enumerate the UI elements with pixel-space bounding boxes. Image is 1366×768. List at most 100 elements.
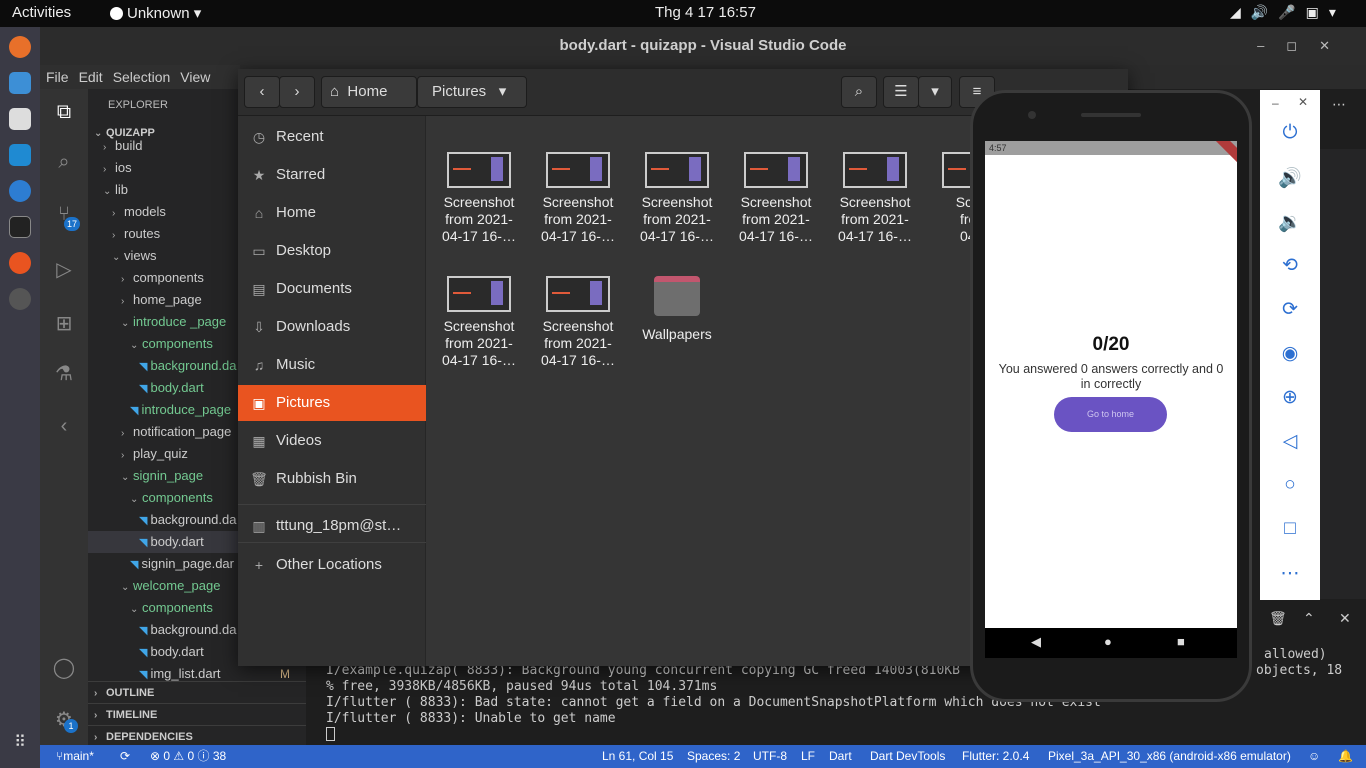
clock-icon: ◷ [252,129,266,145]
place-downloads[interactable]: ⇩ Downloads [238,309,426,345]
cursor-position[interactable]: Ln 61, Col 15 [602,745,673,768]
place-rubbish-bin[interactable]: 🗑 Rubbish Bin [238,461,426,497]
place-other-locations[interactable]: + Other Locations [238,547,426,583]
menu-selection[interactable]: Selection [113,69,171,85]
eol-status[interactable]: LF [801,745,815,768]
image-file-item[interactable]: Screenshot from 2021- 04-17 16-… [728,152,824,245]
place-videos[interactable]: ▦ Videos [238,423,426,459]
language-status[interactable]: Dart [829,745,852,768]
run-debug-icon[interactable]: ▷ [52,257,76,281]
forward-button[interactable]: › [279,76,315,108]
more-options-icon[interactable]: ⋯ [1260,562,1320,585]
window-controls[interactable]: –◻✕ [1257,27,1352,65]
dart-file-icon: ◥ [139,647,148,659]
place-pictures[interactable]: ▣ Pictures [238,385,426,421]
activities-button[interactable]: Activities [12,4,71,21]
nav-recents-icon[interactable]: ■ [1177,634,1185,649]
close-panel-icon[interactable]: ✕ [1339,610,1351,627]
close-emulator-icon[interactable]: ✕ [1298,95,1308,109]
view-options-button[interactable]: ▾ [918,76,952,108]
files-icon[interactable] [9,108,31,130]
place-documents[interactable]: ▤ Documents [238,271,426,307]
overview-icon[interactable]: □ [1260,518,1320,540]
firefox-icon[interactable] [9,36,31,58]
vscode-icon[interactable] [9,144,31,166]
maximize-panel-icon[interactable]: ⌃ [1303,610,1315,627]
menu-edit[interactable]: Edit [79,69,103,85]
notifications-icon[interactable]: 🔔 [1338,745,1353,768]
clear-console-icon[interactable]: 🗑 [1269,610,1287,627]
image-file-item[interactable]: Screenshot from 2021- 04-17 16-… [530,152,626,245]
feedback-icon[interactable]: ☺ [1308,745,1320,768]
back-icon[interactable]: ◁ [1260,430,1320,453]
indentation-status[interactable]: Spaces: 2 [687,745,740,768]
image-file-item[interactable]: Screenshot from 2021- 04-17 16-… [629,152,725,245]
rotate-left-icon[interactable]: ⟲ [1260,254,1320,277]
file-grid[interactable]: Screenshot from 2021- 04-17 16-… Screenshot… [427,116,972,666]
dependencies-section[interactable]: › DEPENDENCIES [88,725,306,747]
zoom-icon[interactable]: ⊕ [1260,386,1320,409]
place-tttung-pm-st[interactable]: ▥ tttung_18pm@st… [238,508,426,544]
folder-item[interactable]: Wallpapers [629,276,725,343]
system-tray[interactable]: ◢🔊🎤▣▾ [1230,4,1346,21]
go-to-home-button[interactable]: Go to home [1054,397,1167,432]
thunderbird-icon[interactable] [9,72,31,94]
rotate-right-icon[interactable]: ⟳ [1260,298,1320,321]
testing-icon[interactable]: ⚗ [52,361,76,385]
software-icon[interactable] [9,252,31,274]
image-file-item[interactable]: Screenshot from 2021- 04-17 16-… [827,152,923,245]
place-music[interactable]: ♫ Music [238,347,426,383]
file-name-line: Scree [955,194,972,210]
place-desktop[interactable]: ▭ Desktop [238,233,426,269]
flutter-version-status[interactable]: Flutter: 2.0.4 [962,745,1029,768]
screenshot-icon[interactable]: ◉ [1260,342,1320,365]
editor-more-actions-icon[interactable]: ⋯ [1332,96,1346,113]
settings-app-icon[interactable] [9,288,31,310]
power-icon[interactable]: ⏻ [1260,122,1320,144]
outline-section[interactable]: › OUTLINE [88,681,306,703]
chrome-icon[interactable] [9,180,31,202]
problems-status[interactable]: ⊗ 0 ⚠ 0 ⓘ 38 [150,745,226,768]
terminal-icon[interactable] [9,216,31,238]
home-circle-icon[interactable]: ○ [1260,474,1320,496]
nav-home-icon[interactable]: ● [1104,634,1112,649]
devtools-status[interactable]: Dart DevTools [870,745,945,768]
nav-back-icon[interactable]: ◀ [1031,634,1041,650]
branch-status[interactable]: ⑂ main* [56,745,94,768]
image-file-item[interactable]: Screenshot from 2021- 04-17 16-… [431,276,527,369]
place-home[interactable]: ⌂ Home [238,195,426,231]
minimap[interactable] [1320,149,1366,599]
image-file-item[interactable]: Screenshot from 2021- 04-17 16-… [530,276,626,369]
breadcrumb-home[interactable]: ⌂ Home [321,76,417,108]
volume-down-icon[interactable]: 🔉 [1260,210,1320,234]
extensions-icon[interactable]: ⊞ [52,311,76,335]
device-status[interactable]: Pixel_3a_API_30_x86 (android-x86 emulato… [1048,745,1291,768]
console-cursor[interactable] [326,727,335,741]
search-button[interactable]: ⌕ [841,76,877,108]
sync-icon[interactable]: ⟳ [120,745,130,768]
breadcrumb-pictures[interactable]: Pictures ▾ [417,76,527,108]
menu-view[interactable]: View [180,69,210,85]
back-button[interactable]: ‹ [244,76,280,108]
clock[interactable]: Thg 4 17 16:57 [655,4,756,21]
app-menu[interactable]: Unknown ▾ [110,4,201,22]
explorer-icon[interactable]: ⧉ [52,101,76,125]
sidebar-separator [238,542,426,543]
file-name-line: Screenshot [740,194,812,210]
menu-file[interactable]: File [46,69,69,85]
minimize-emulator-icon[interactable]: – [1272,96,1279,110]
place-starred[interactable]: ★ Starred [238,157,426,193]
search-icon[interactable]: ⌕ [52,151,76,175]
image-file-item[interactable]: Screefrom04-1 [926,152,972,245]
place-recent[interactable]: ◷ Recent [238,119,426,155]
tree-item-label: notification_page [133,424,232,439]
timeline-section[interactable]: › TIMELINE [88,703,306,725]
tree-item-label: background.da [150,512,237,527]
show-apps-icon[interactable]: ⠿ [9,732,31,754]
list-view-button[interactable]: ☰ [883,76,919,108]
encoding-status[interactable]: UTF-8 [753,745,787,768]
account-icon[interactable]: ◯ [52,655,76,679]
volume-up-icon[interactable]: 🔊 [1260,166,1320,190]
image-file-item[interactable]: Screenshot from 2021- 04-17 16-… [431,152,527,245]
flutter-icon[interactable]: ‹ [52,415,76,439]
